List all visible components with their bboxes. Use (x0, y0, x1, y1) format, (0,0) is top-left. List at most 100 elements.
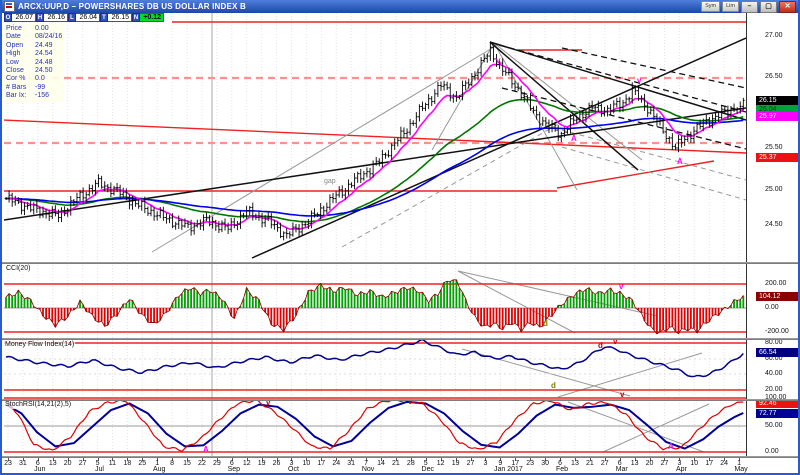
axis-tick-label: -200.00 (765, 328, 789, 336)
quote-field-t: T26.15 (100, 13, 132, 22)
price-axis: 27.0026.5025.5025.0024.5026.1526.0425.97… (747, 13, 800, 457)
quote-bar: O26.07H26.16L26.04T26.15N+0.12 (4, 13, 164, 22)
week-day-label: 27 (79, 460, 87, 467)
week-day-label: 29 (213, 460, 221, 467)
gap-annotation: gap (324, 178, 336, 186)
week-day-label: 31 (19, 460, 27, 467)
axis-tick-label: 0.00 (765, 448, 779, 456)
cursor-info-value: 08/24/16 (35, 33, 62, 41)
quote-value-h: 26.16 (44, 13, 68, 22)
cursor-info-label: Close (6, 67, 35, 75)
month-label: Apr (676, 466, 687, 473)
quote-field-h: H26.16 (36, 13, 68, 22)
week-day-label: 8 (170, 460, 174, 467)
week-day-label: 23 (4, 460, 12, 467)
week-day-label: 28 (407, 460, 415, 467)
cursor-info-row: Close24.50 (6, 67, 62, 75)
axis-tick-label: 20.00 (765, 386, 783, 394)
axis-tick-label: 200.00 (765, 280, 786, 288)
cursor-info-label: Bar Ix: (6, 92, 35, 100)
month-label: May (734, 466, 747, 473)
cursor-info-row: # Bars-99 (6, 84, 62, 92)
axis-price-badge: 25.37 (756, 153, 800, 162)
cursor-info-label: High (6, 50, 35, 58)
week-day-label: 24 (720, 460, 728, 467)
week-day-label: 24 (332, 460, 340, 467)
quote-field-o: O26.07 (4, 13, 36, 22)
quote-field-l: L26.04 (68, 13, 100, 22)
month-label: Nov (362, 466, 374, 473)
week-day-label: 14 (377, 460, 385, 467)
pane-separator-3[interactable] (2, 399, 800, 401)
cursor-info-value: 0.0 (35, 75, 45, 83)
cursor-info-label: Cor % (6, 75, 35, 83)
chart-canvas[interactable] (2, 0, 800, 458)
cursor-info-value: 24.48 (35, 59, 53, 67)
cycle-marker-v: v (620, 391, 624, 399)
axis-tick-label: 0.00 (765, 304, 779, 312)
week-day-label: 13 (571, 460, 579, 467)
cursor-info-row: Cor %0.0 (6, 75, 62, 83)
month-label: Oct (288, 466, 299, 473)
cycle-marker-A: A (571, 135, 577, 143)
month-label: Aug (153, 466, 165, 473)
cursor-info-value: 24.54 (35, 50, 53, 58)
axis-tick-label: 25.00 (765, 186, 783, 194)
month-label: Jan 2017 (494, 466, 523, 473)
cycle-marker-A: A (203, 446, 209, 454)
week-day-label: 27 (661, 460, 669, 467)
cycle-marker-v: v (496, 57, 500, 65)
mfi-panel-label: Money Flow Index(14) (4, 341, 75, 349)
week-day-label: 12 (243, 460, 251, 467)
axis-tick-label: 40.00 (765, 370, 783, 378)
week-day-label: 19 (452, 460, 460, 467)
axis-price-badge: 66.54 (756, 348, 800, 357)
cursor-info-label: # Bars (6, 84, 35, 92)
axis-price-badge: 25.97 (756, 112, 800, 121)
quote-value-o: 26.07 (12, 13, 36, 22)
week-day-label: 21 (586, 460, 594, 467)
quote-label-t: T (100, 13, 108, 22)
cursor-info-value: -156 (35, 92, 49, 100)
pane-separator-1[interactable] (2, 262, 800, 264)
quote-label-o: O (4, 13, 12, 22)
month-label: Feb (556, 466, 568, 473)
cycle-marker-v: v (619, 283, 623, 291)
axis-tick-label: 24.50 (765, 221, 783, 229)
cursor-info-value: 24.50 (35, 67, 53, 75)
date-axis: 23316Jun1320275Jul1118251Aug81522296Sep1… (2, 458, 800, 473)
axis-price-badge: 104.12 (756, 292, 800, 301)
week-day-label: 20 (64, 460, 72, 467)
axis-tick-label: 25.50 (765, 144, 783, 152)
cursor-info-row: High24.54 (6, 50, 62, 58)
cursor-info-label: Date (6, 33, 35, 41)
pane-separator-4[interactable] (2, 456, 800, 458)
week-day-label: 25 (138, 460, 146, 467)
axis-tick-label: 27.00 (765, 32, 783, 40)
week-day-label: 27 (467, 460, 475, 467)
cycle-marker-d: d (598, 342, 603, 350)
week-day-label: 26 (273, 460, 281, 467)
cursor-info-row: Price0.00 (6, 25, 62, 33)
week-day-label: 11 (109, 460, 116, 467)
quote-label-l: L (68, 13, 76, 22)
cursor-info-row: Date08/24/16 (6, 33, 62, 41)
week-day-label: 19 (258, 460, 266, 467)
week-day-label: 13 (631, 460, 639, 467)
week-day-label: 27 (601, 460, 609, 467)
cycle-marker-A: A (668, 443, 674, 451)
week-day-label: 15 (183, 460, 191, 467)
week-day-label: 12 (437, 460, 445, 467)
quote-label-h: H (36, 13, 44, 22)
week-day-label: 22 (198, 460, 206, 467)
cursor-info-value: 24.49 (35, 42, 53, 50)
quote-value-t: 26.15 (108, 13, 132, 22)
cursor-info-row: Low24.48 (6, 59, 62, 67)
cursor-info-label: Open (6, 42, 35, 50)
month-label: Mar (616, 466, 628, 473)
cursor-info-label: Low (6, 59, 35, 67)
month-label: Sep (228, 466, 240, 473)
pane-separator-2[interactable] (2, 338, 800, 340)
cycle-marker-d: d (551, 382, 556, 390)
week-day-label: 17 (511, 460, 519, 467)
